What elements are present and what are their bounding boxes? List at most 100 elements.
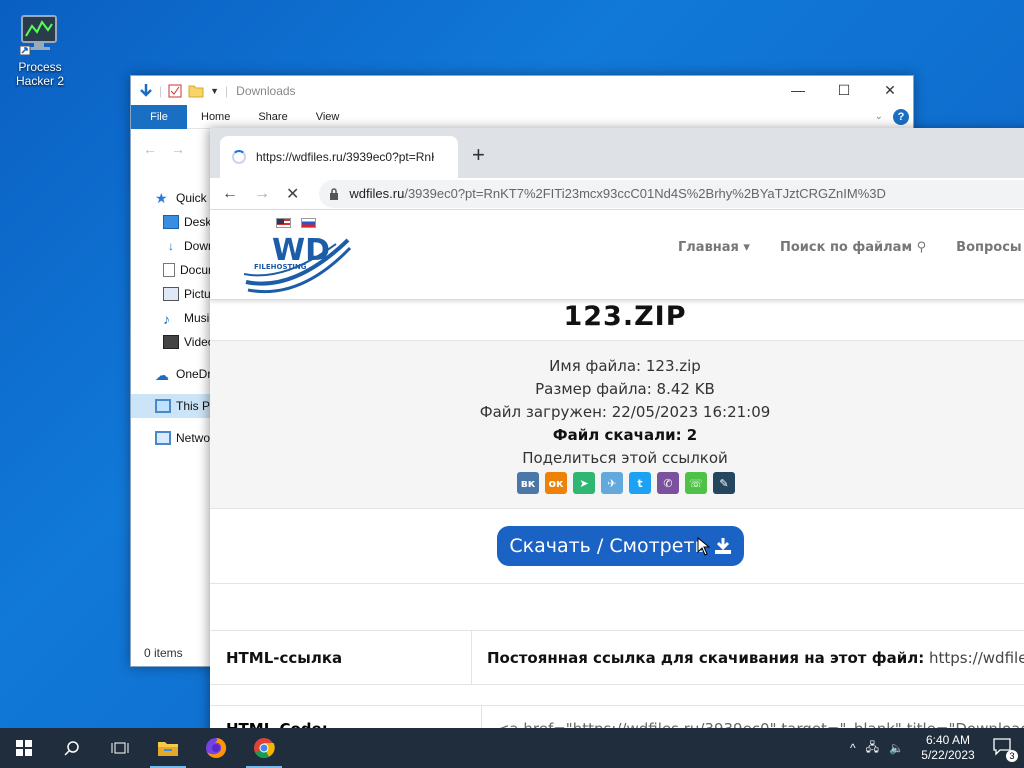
stop-loading-icon[interactable]: ✕ (286, 184, 299, 204)
help-icon[interactable]: ? (893, 108, 909, 125)
browser-tab[interactable]: https://wdfiles.ru/3939ec0?pt=RnKT7%2FIT… (220, 136, 458, 178)
explorer-title: Downloads (236, 83, 296, 98)
file-title: 123.ZIP (563, 301, 687, 332)
lock-icon[interactable] (329, 187, 339, 200)
properties-icon[interactable] (168, 84, 182, 98)
separator: | (225, 83, 229, 98)
quick-access-dropdown-icon[interactable]: ▼ (210, 86, 219, 96)
taskbar-file-explorer[interactable] (144, 728, 192, 768)
back-arrow-icon[interactable]: ← (143, 141, 157, 157)
action-center-button[interactable]: 3 (992, 736, 1018, 762)
folder-icon[interactable] (188, 84, 204, 98)
chrome-window[interactable]: https://wdfiles.ru/3939ec0?pt=RnKT7%2FIT… (210, 128, 1024, 768)
forward-arrow-icon[interactable]: → (254, 185, 270, 203)
nav-item-documents[interactable]: Documents (131, 258, 213, 282)
network-status-icon[interactable]: 🖧 (866, 738, 879, 759)
download-area: Скачать / Смотреть (210, 509, 1024, 584)
odnoklassniki-icon[interactable]: ок (545, 472, 567, 494)
search-button[interactable] (48, 728, 96, 768)
share-arrow-icon[interactable]: ➤ (573, 472, 595, 494)
vk-icon[interactable]: вк (517, 472, 539, 494)
nav-item-label: This PC (176, 399, 213, 413)
notification-count: 3 (1006, 750, 1018, 762)
film-icon (163, 335, 179, 349)
telegram-icon[interactable]: ✈ (601, 472, 623, 494)
status-bar-count: 0 items (144, 646, 183, 660)
ru-flag-icon[interactable] (301, 218, 316, 228)
tab-strip: https://wdfiles.ru/3939ec0?pt=RnKT7%2FIT… (210, 128, 1024, 178)
nav-item-quick-access[interactable]: ★ Quick access (131, 186, 213, 210)
menu-file-search-label: Поиск по файлам (779, 240, 913, 255)
file-explorer-icon (158, 742, 178, 756)
nav-item-network[interactable]: Network (131, 426, 213, 450)
ribbon-tab-view[interactable]: View (302, 111, 354, 123)
nav-item-downloads[interactable]: ↓ Downloads (131, 234, 213, 258)
table-row: HTML-ссылка Постоянная ссылка для скачив… (210, 631, 1024, 685)
address-bar[interactable]: wdfiles.ru/3939ec0?pt=RnKT7%2FITi23mcx93… (319, 179, 1024, 208)
search-icon (64, 741, 79, 756)
taskbar: ^ 🖧 🔈 6:40 AM 5/22/2023 3 (0, 728, 1024, 768)
nav-item-desktop[interactable]: Desktop (131, 210, 213, 234)
us-flag-icon[interactable] (276, 218, 291, 228)
copy-link-icon[interactable]: ✎ (713, 472, 735, 494)
minimize-button[interactable]: — (775, 82, 821, 99)
ribbon-tab-home[interactable]: Home (187, 111, 244, 123)
share-label: Поделиться этой ссылкой (522, 449, 728, 467)
taskbar-firefox[interactable] (192, 728, 240, 768)
clock-time: 6:40 AM (925, 733, 971, 747)
web-page: WD FILEHOSTING Главная ▾ Поиск по файлам… (210, 210, 1024, 768)
task-view-button[interactable] (96, 728, 144, 768)
nav-item-label: Music (184, 311, 213, 325)
html-link-value[interactable]: Постоянная ссылка для скачивания на этот… (472, 649, 1024, 667)
explorer-titlebar[interactable]: | ▼ | Downloads — ☐ ✕ (131, 76, 913, 105)
tray-chevron-up-icon[interactable]: ^ (850, 741, 856, 755)
computer-icon (155, 399, 171, 413)
viber-icon[interactable]: ✆ (657, 472, 679, 494)
nav-item-videos[interactable]: Videos (131, 330, 213, 354)
file-size: Размер файла: 8.42 KB (535, 380, 715, 398)
back-arrow-icon[interactable]: ← (222, 185, 238, 203)
network-icon (155, 431, 171, 445)
forward-arrow-icon[interactable]: → (171, 141, 185, 157)
nav-item-label: Downloads (184, 239, 213, 253)
new-tab-plus-icon[interactable]: + (472, 142, 485, 168)
menu-faq[interactable]: Вопросы и отв (956, 240, 1024, 255)
volume-muted-icon[interactable]: 🔈 (889, 741, 904, 755)
maximize-button[interactable]: ☐ (821, 82, 867, 99)
whatsapp-icon[interactable]: ☏ (685, 472, 707, 494)
nav-item-label: OneDrive (176, 367, 213, 381)
html-link-label: HTML-ссылка (210, 631, 472, 684)
browser-toolbar: ← → ✕ wdfiles.ru/3939ec0?pt=RnKT7%2FITi2… (210, 178, 1024, 210)
system-tray: ^ 🖧 🔈 6:40 AM 5/22/2023 3 (850, 733, 1024, 763)
site-logo[interactable]: WD FILEHOSTING (243, 230, 354, 300)
close-button[interactable]: ✕ (867, 82, 913, 99)
menu-home[interactable]: Главная ▾ (678, 240, 750, 255)
twitter-icon[interactable]: t (629, 472, 651, 494)
star-icon: ★ (155, 190, 168, 206)
nav-item-music[interactable]: ♪ Music (131, 306, 213, 330)
ribbon-tab-file[interactable]: File (131, 104, 187, 129)
clock[interactable]: 6:40 AM 5/22/2023 (914, 733, 982, 763)
ribbon-expand-icon[interactable]: ⌄ (875, 111, 883, 122)
nav-item-label: Pictures (184, 287, 213, 301)
html-link-desc: Постоянная ссылка для скачивания на этот… (486, 648, 925, 667)
download-tray-icon (714, 538, 731, 554)
file-info-panel: Имя файла: 123.zip Размер файла: 8.42 KB… (210, 340, 1024, 509)
url-host: wdfiles.ru (349, 186, 405, 201)
windows-logo-icon (16, 740, 32, 756)
nav-item-onedrive[interactable]: ☁ OneDrive (131, 362, 213, 386)
download-count: Файл скачали: 2 (552, 426, 698, 444)
html-link-url[interactable]: https://wdfiles. (929, 649, 1024, 667)
download-icon: ↓ (168, 239, 174, 253)
task-view-icon (111, 742, 129, 754)
nav-item-pictures[interactable]: Pictures (131, 282, 213, 306)
share-buttons: вк ок ➤ ✈ t ✆ ☏ ✎ (210, 472, 1024, 494)
desktop-icon-process-hacker[interactable]: Process Hacker 2 (8, 8, 72, 88)
start-button[interactable] (0, 728, 48, 768)
link-table: HTML-ссылка Постоянная ссылка для скачив… (210, 630, 1024, 685)
taskbar-chrome[interactable] (240, 728, 288, 768)
nav-item-this-pc[interactable]: This PC (131, 394, 213, 418)
menu-file-search[interactable]: Поиск по файлам ⚲ (780, 240, 926, 255)
ribbon-tab-share[interactable]: Share (244, 111, 301, 123)
